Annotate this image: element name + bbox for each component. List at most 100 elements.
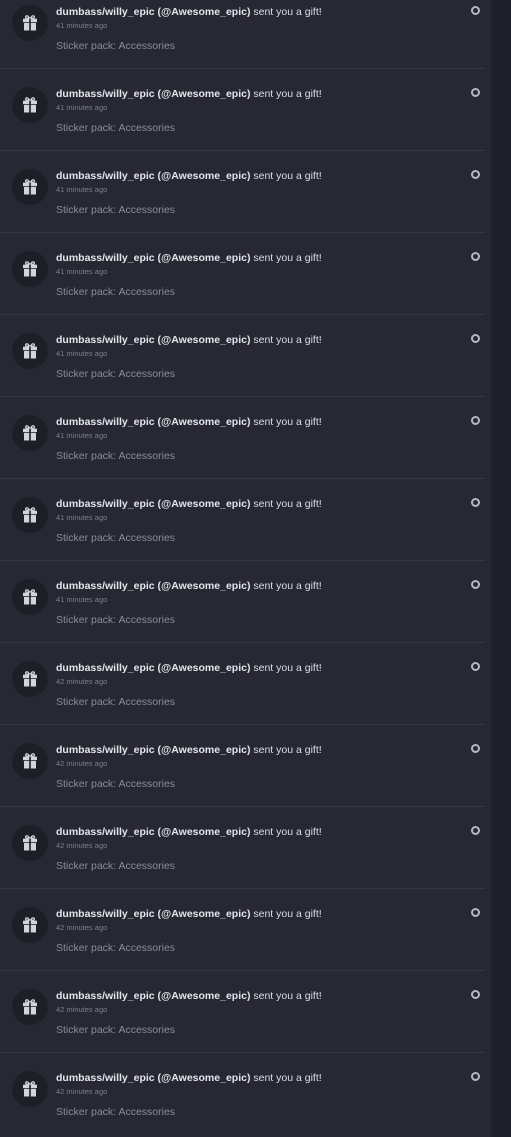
notifications-panel: dumbass/willy_epic (@Awesome_epic) sent … <box>0 0 491 1137</box>
gift-icon-avatar <box>12 415 48 451</box>
notification-text: dumbass/willy_epic (@Awesome_epic) sent … <box>56 1072 322 1085</box>
notification-detail: Sticker pack: Accessories <box>56 286 176 298</box>
mark-read-indicator[interactable] <box>471 580 480 589</box>
notification-item[interactable]: dumbass/willy_epic (@Awesome_epic) sent … <box>0 561 485 643</box>
sender-name: dumbass/willy_epic (@Awesome_epic) <box>56 908 251 920</box>
notification-item[interactable]: dumbass/willy_epic (@Awesome_epic) sent … <box>0 315 485 397</box>
notification-item[interactable]: dumbass/willy_epic (@Awesome_epic) sent … <box>0 971 485 1053</box>
sender-name: dumbass/willy_epic (@Awesome_epic) <box>56 1072 251 1084</box>
notification-item[interactable]: dumbass/willy_epic (@Awesome_epic) sent … <box>0 151 485 233</box>
notification-detail: Sticker pack: Accessories <box>56 532 176 544</box>
gift-icon-avatar <box>12 661 48 697</box>
sender-name: dumbass/willy_epic (@Awesome_epic) <box>56 826 251 838</box>
notification-text: dumbass/willy_epic (@Awesome_epic) sent … <box>56 908 322 921</box>
gift-icon-avatar <box>12 743 48 779</box>
gift-icon <box>23 835 37 851</box>
notification-message: sent you a gift! <box>253 416 322 428</box>
mark-read-indicator[interactable] <box>471 908 480 917</box>
notification-item[interactable]: dumbass/willy_epic (@Awesome_epic) sent … <box>0 725 485 807</box>
gift-icon <box>23 179 37 195</box>
sender-name: dumbass/willy_epic (@Awesome_epic) <box>56 6 251 18</box>
mark-read-indicator[interactable] <box>471 744 480 753</box>
notification-message: sent you a gift! <box>253 334 322 346</box>
notification-item[interactable]: dumbass/willy_epic (@Awesome_epic) sent … <box>0 1053 485 1135</box>
gift-icon <box>23 589 37 605</box>
gift-icon-avatar <box>12 825 48 861</box>
mark-read-indicator[interactable] <box>471 1072 480 1081</box>
notification-timestamp: 42 minutes ago <box>56 759 108 768</box>
mark-read-indicator[interactable] <box>471 170 480 179</box>
notification-item[interactable]: dumbass/willy_epic (@Awesome_epic) sent … <box>0 889 485 971</box>
sender-name: dumbass/willy_epic (@Awesome_epic) <box>56 170 251 182</box>
gift-icon <box>23 753 37 769</box>
gift-icon <box>23 1081 37 1097</box>
mark-read-indicator[interactable] <box>471 88 480 97</box>
notification-text: dumbass/willy_epic (@Awesome_epic) sent … <box>56 88 322 101</box>
gift-icon <box>23 917 37 933</box>
gift-icon-avatar <box>12 5 48 41</box>
notification-timestamp: 41 minutes ago <box>56 21 108 30</box>
gift-icon-avatar <box>12 1071 48 1107</box>
mark-read-indicator[interactable] <box>471 252 480 261</box>
notification-item[interactable]: dumbass/willy_epic (@Awesome_epic) sent … <box>0 643 485 725</box>
notification-timestamp: 41 minutes ago <box>56 513 108 522</box>
notification-timestamp: 41 minutes ago <box>56 349 108 358</box>
mark-read-indicator[interactable] <box>471 826 480 835</box>
notification-text: dumbass/willy_epic (@Awesome_epic) sent … <box>56 580 322 593</box>
notification-timestamp: 41 minutes ago <box>56 431 108 440</box>
notification-detail: Sticker pack: Accessories <box>56 942 176 954</box>
notification-text: dumbass/willy_epic (@Awesome_epic) sent … <box>56 826 322 839</box>
notification-message: sent you a gift! <box>253 662 322 674</box>
gift-icon <box>23 343 37 359</box>
notification-timestamp: 42 minutes ago <box>56 677 108 686</box>
notification-timestamp: 41 minutes ago <box>56 185 108 194</box>
sender-name: dumbass/willy_epic (@Awesome_epic) <box>56 416 251 428</box>
notification-message: sent you a gift! <box>253 1072 322 1084</box>
mark-read-indicator[interactable] <box>471 334 480 343</box>
notification-text: dumbass/willy_epic (@Awesome_epic) sent … <box>56 498 322 511</box>
gift-icon <box>23 97 37 113</box>
gift-icon-avatar <box>12 579 48 615</box>
mark-read-indicator[interactable] <box>471 6 480 15</box>
sender-name: dumbass/willy_epic (@Awesome_epic) <box>56 990 251 1002</box>
notification-timestamp: 41 minutes ago <box>56 267 108 276</box>
notification-timestamp: 42 minutes ago <box>56 1087 108 1096</box>
notification-item[interactable]: dumbass/willy_epic (@Awesome_epic) sent … <box>0 807 485 889</box>
gift-icon-avatar <box>12 87 48 123</box>
notification-detail: Sticker pack: Accessories <box>56 122 176 134</box>
gift-icon-avatar <box>12 497 48 533</box>
notification-text: dumbass/willy_epic (@Awesome_epic) sent … <box>56 334 322 347</box>
notification-text: dumbass/willy_epic (@Awesome_epic) sent … <box>56 662 322 675</box>
notification-text: dumbass/willy_epic (@Awesome_epic) sent … <box>56 744 322 757</box>
notification-item[interactable]: dumbass/willy_epic (@Awesome_epic) sent … <box>0 397 485 479</box>
notification-detail: Sticker pack: Accessories <box>56 368 176 380</box>
notification-timestamp: 41 minutes ago <box>56 103 108 112</box>
mark-read-indicator[interactable] <box>471 990 480 999</box>
notification-text: dumbass/willy_epic (@Awesome_epic) sent … <box>56 6 322 19</box>
notification-message: sent you a gift! <box>253 908 322 920</box>
mark-read-indicator[interactable] <box>471 498 480 507</box>
gift-icon <box>23 425 37 441</box>
gift-icon <box>23 261 37 277</box>
notification-detail: Sticker pack: Accessories <box>56 696 176 708</box>
notification-timestamp: 42 minutes ago <box>56 841 108 850</box>
gift-icon-avatar <box>12 169 48 205</box>
gift-icon-avatar <box>12 989 48 1025</box>
notification-message: sent you a gift! <box>253 88 322 100</box>
notification-item[interactable]: dumbass/willy_epic (@Awesome_epic) sent … <box>0 233 485 315</box>
gift-icon <box>23 999 37 1015</box>
gift-icon <box>23 507 37 523</box>
scroll-area[interactable] <box>491 0 511 1137</box>
sender-name: dumbass/willy_epic (@Awesome_epic) <box>56 252 251 264</box>
notification-item[interactable]: dumbass/willy_epic (@Awesome_epic) sent … <box>0 479 485 561</box>
notification-detail: Sticker pack: Accessories <box>56 778 176 790</box>
notification-text: dumbass/willy_epic (@Awesome_epic) sent … <box>56 170 322 183</box>
mark-read-indicator[interactable] <box>471 662 480 671</box>
notification-detail: Sticker pack: Accessories <box>56 1106 176 1118</box>
notification-item[interactable]: dumbass/willy_epic (@Awesome_epic) sent … <box>0 0 485 69</box>
notification-item[interactable]: dumbass/willy_epic (@Awesome_epic) sent … <box>0 69 485 151</box>
sender-name: dumbass/willy_epic (@Awesome_epic) <box>56 334 251 346</box>
gift-icon <box>23 671 37 687</box>
gift-icon-avatar <box>12 251 48 287</box>
mark-read-indicator[interactable] <box>471 416 480 425</box>
